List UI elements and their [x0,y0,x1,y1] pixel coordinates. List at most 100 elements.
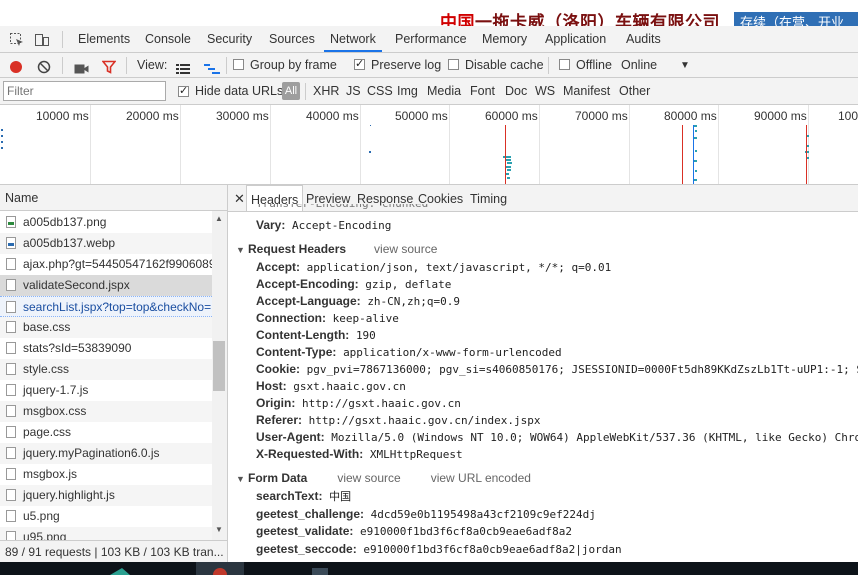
throttling-dropdown-icon[interactable]: ▼ [680,53,690,78]
offline-checkbox[interactable] [559,59,570,70]
file-icon [6,321,16,333]
filter-type-other[interactable]: Other [619,78,650,105]
scrollbar-thumb[interactable] [213,341,225,391]
file-icon [6,363,16,375]
header-line-cut: Transfer-Encoding: chunked [256,204,858,212]
request-name: a005db137.webp [23,236,116,250]
file-icon [6,216,16,228]
request-row[interactable]: a005db137.webp [0,233,212,254]
devtools-tabbar: Elements Console Security Sources Networ… [0,26,858,53]
screenshot-camera-icon[interactable] [74,59,89,74]
inspect-element-icon[interactable] [9,31,25,47]
filter-type-media[interactable]: Media [427,78,461,105]
file-icon [6,384,16,396]
offline-label: Offline [576,58,612,72]
request-name: page.css [23,425,72,439]
expand-triangle-icon[interactable]: ▼ [236,241,248,259]
request-header-line: Accept: application/json, text/javascrip… [256,260,612,274]
request-row[interactable]: u5.png [0,506,212,527]
request-row[interactable]: a005db137.png [0,212,212,233]
page-status-tab[interactable]: 存续（在营、开业 [734,12,858,26]
network-overview-timeline[interactable]: 10000 ms 20000 ms 30000 ms 40000 ms 5000… [0,105,858,185]
tab-elements[interactable]: Elements [78,26,130,52]
record-icon[interactable] [9,58,23,73]
file-icon [6,510,16,522]
throttling-select[interactable]: Online [621,53,657,78]
os-taskbar [0,562,858,575]
request-row[interactable]: base.css [0,317,212,338]
request-name: jquery-1.7.js [23,383,89,397]
close-icon[interactable]: ✕ [234,185,245,211]
tab-console[interactable]: Console [145,26,191,52]
request-list-scrollbar[interactable]: ▲ ▼ [212,211,227,540]
preserve-log-checkbox[interactable] [354,57,365,70]
tab-sources[interactable]: Sources [269,26,315,52]
request-header-line: Content-Type: application/x-www-form-url… [256,345,562,359]
form-data-line: geetest_seccode: e910000f1bd3f6cf8a0cb9e… [256,541,622,556]
request-row[interactable]: style.css [0,359,212,380]
request-name: jquery.highlight.js [23,488,115,502]
file-icon [6,405,16,417]
tab-audits[interactable]: Audits [626,26,661,52]
request-row[interactable]: searchList.jspx?top=top&checkNo= [0,296,212,317]
request-row[interactable]: validateSecond.jspx [0,275,212,296]
tab-memory[interactable]: Memory [482,26,527,52]
request-row[interactable]: msgbox.js [0,464,212,485]
request-header-line: Cookie: pgv_pvi=7867136000; pgv_si=s4060… [256,362,858,376]
filter-type-img[interactable]: Img [397,78,418,105]
filter-input[interactable] [3,81,166,101]
request-name: jquery.myPagination6.0.js [23,446,160,460]
filter-type-css[interactable]: CSS [367,78,393,105]
filter-type-xhr[interactable]: XHR [313,78,339,105]
request-row[interactable]: stats?sId=53839090 [0,338,212,359]
device-toolbar-icon[interactable] [34,31,50,47]
file-icon [6,447,16,459]
request-row[interactable]: u95.png [0,527,212,540]
hide-data-urls-checkbox[interactable] [178,84,189,97]
request-name: validateSecond.jspx [23,278,130,292]
waterfall-overview-icon[interactable] [204,59,220,74]
filter-type-js[interactable]: JS [346,78,361,105]
request-header-line: User-Agent: Mozilla/5.0 (Windows NT 10.0… [256,430,858,444]
disable-cache-label: Disable cache [465,58,544,72]
filter-type-manifest[interactable]: Manifest [563,78,610,105]
view-url-encoded-link[interactable]: view URL encoded [431,471,531,485]
view-source-link[interactable]: view source [337,471,400,485]
request-row[interactable]: msgbox.css [0,401,212,422]
request-row[interactable]: page.css [0,422,212,443]
request-row[interactable]: jquery.myPagination6.0.js [0,443,212,464]
request-header-line: Content-Length: 190 [256,328,376,342]
filter-type-ws[interactable]: WS [535,78,555,105]
form-data-section[interactable]: ▼ Form Data view source view URL encoded [236,469,531,487]
group-by-frame-checkbox[interactable] [233,59,244,70]
filter-type-font[interactable]: Font [470,78,495,105]
disable-cache-checkbox[interactable] [448,59,459,70]
file-icon [6,531,16,540]
request-row[interactable]: jquery.highlight.js [0,485,212,506]
request-list: Name a005db137.png a005db137.webp ajax.php… [0,185,228,540]
request-name: stats?sId=53839090 [23,341,132,355]
tab-application[interactable]: Application [545,26,606,52]
large-rows-icon[interactable] [176,59,190,74]
file-icon [6,258,16,270]
request-name: searchList.jspx?top=top&checkNo= [23,300,212,314]
tab-security[interactable]: Security [207,26,252,52]
file-icon [6,426,16,438]
form-data-line: geetest_validate: e910000f1bd3f6cf8a0cb9… [256,524,572,538]
file-icon [6,489,16,501]
clear-icon[interactable] [37,58,51,74]
request-name: msgbox.css [23,404,87,418]
filter-type-all[interactable]: All [282,82,300,100]
request-headers-section[interactable]: ▼ Request Headers view source [236,240,437,258]
network-status-bar: 89 / 91 requests | 103 KB / 103 KB tran.… [0,540,228,562]
request-row[interactable]: jquery-1.7.js [0,380,212,401]
request-header-line: Origin: http://gsxt.haaic.gov.cn [256,396,461,410]
name-column-header[interactable]: Name [0,185,227,211]
tab-performance[interactable]: Performance [395,26,467,52]
expand-triangle-icon[interactable]: ▼ [236,470,248,488]
request-row[interactable]: ajax.php?gt=54450547162f9906089 [0,254,212,275]
filter-type-doc[interactable]: Doc [505,78,527,105]
tab-network[interactable]: Network [324,26,382,52]
view-source-link[interactable]: view source [374,242,437,256]
filter-funnel-icon[interactable] [101,58,117,74]
